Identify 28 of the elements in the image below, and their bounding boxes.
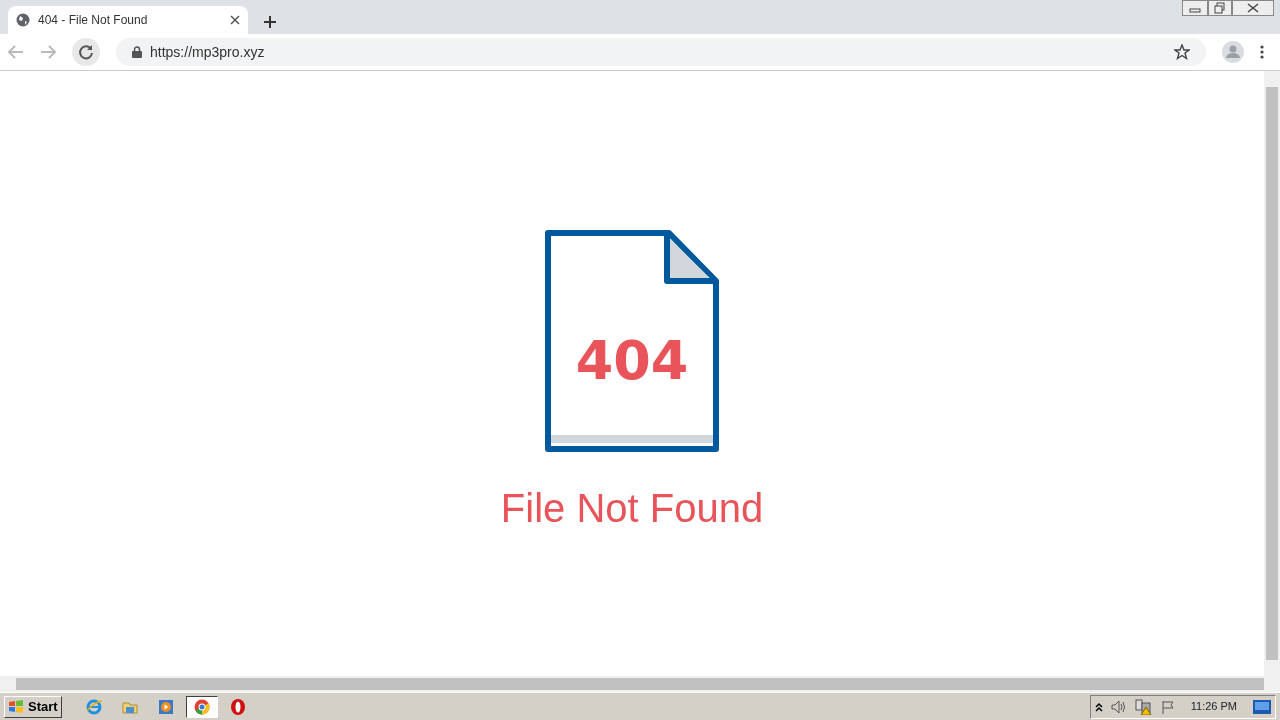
address-bar[interactable]: https://mp3pro.xyz bbox=[116, 38, 1206, 66]
windows-logo-icon bbox=[8, 699, 24, 714]
network-warning-icon[interactable] bbox=[1134, 698, 1153, 715]
close-icon[interactable] bbox=[1232, 0, 1274, 16]
flag-icon[interactable] bbox=[1160, 699, 1175, 714]
error-code: 404 bbox=[575, 329, 689, 392]
clock: 11:26 PM bbox=[1190, 699, 1237, 715]
globe-icon bbox=[16, 13, 30, 27]
close-icon[interactable] bbox=[230, 15, 240, 25]
chrome-icon[interactable] bbox=[185, 695, 218, 718]
reload-icon[interactable] bbox=[72, 38, 100, 66]
browser-tab[interactable]: 404 - File Not Found bbox=[8, 6, 248, 34]
horizontal-scrollbar[interactable] bbox=[0, 676, 1280, 692]
restore-icon[interactable] bbox=[1208, 0, 1232, 16]
show-desktop-icon[interactable] bbox=[1253, 699, 1271, 714]
new-tab-icon[interactable] bbox=[264, 16, 276, 28]
minimize-icon[interactable] bbox=[1182, 0, 1208, 16]
star-icon[interactable] bbox=[1174, 44, 1190, 60]
tab-title: 404 - File Not Found bbox=[38, 12, 149, 29]
chevron-up-icon[interactable] bbox=[1094, 701, 1103, 712]
error-message: File Not Found bbox=[500, 485, 764, 532]
speaker-icon[interactable] bbox=[1110, 699, 1127, 714]
start-button[interactable]: Start bbox=[4, 695, 62, 718]
menu-icon[interactable] bbox=[1260, 45, 1264, 59]
profile-avatar-icon[interactable] bbox=[1222, 41, 1244, 63]
lock-icon bbox=[132, 46, 142, 58]
url-text: https://mp3pro.xyz bbox=[150, 42, 266, 62]
vertical-scrollbar[interactable] bbox=[1264, 71, 1280, 676]
